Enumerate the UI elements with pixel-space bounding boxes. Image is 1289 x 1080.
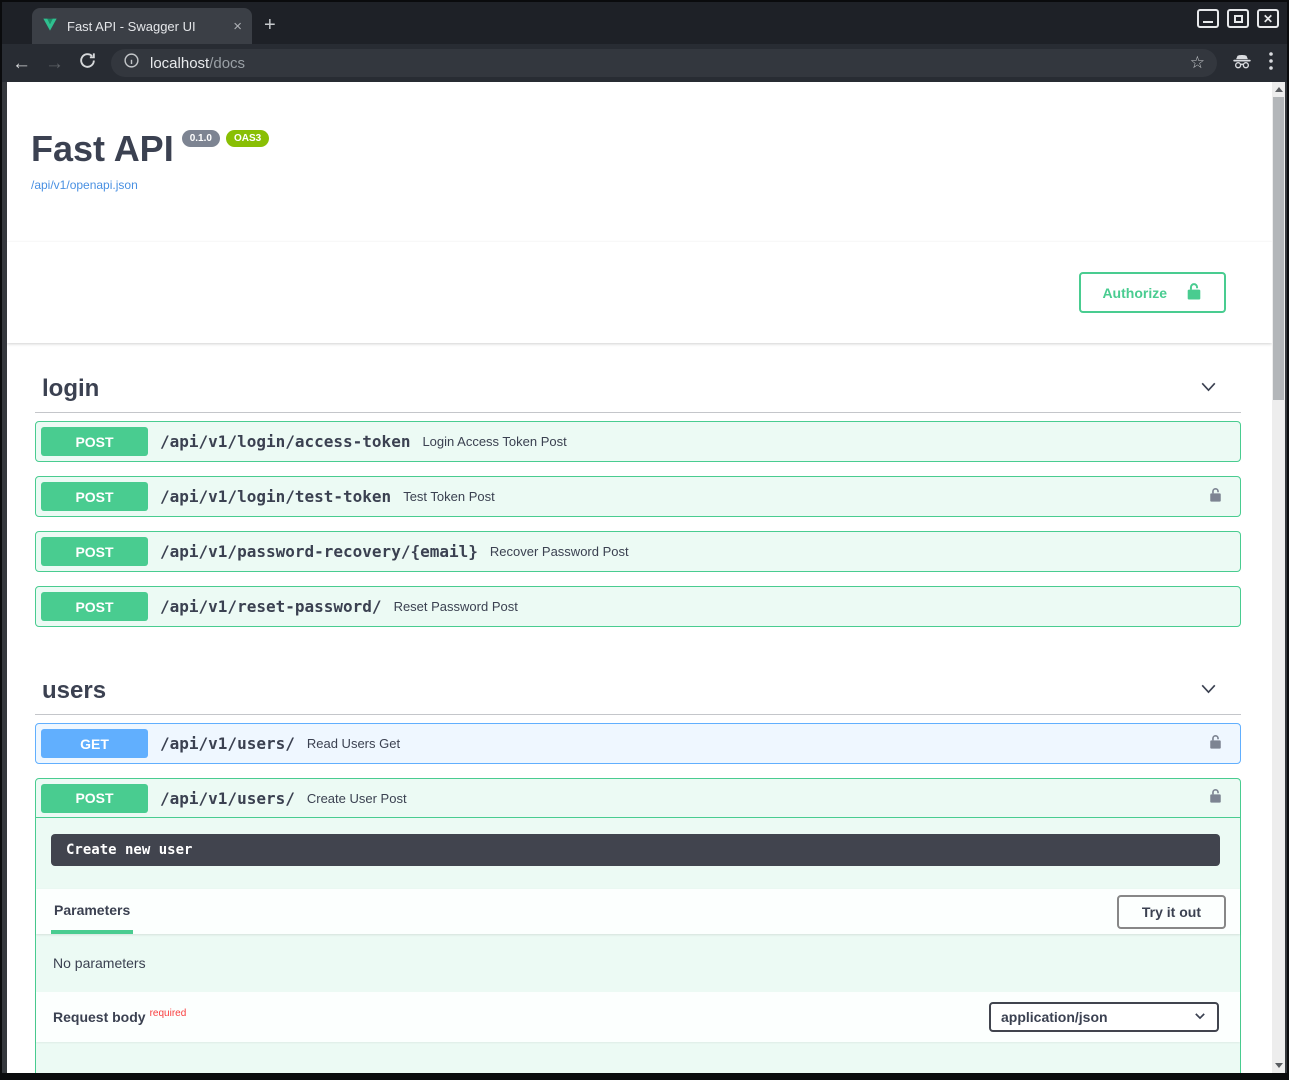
unlock-icon xyxy=(1185,281,1203,304)
media-type-select[interactable]: application/json xyxy=(989,1002,1219,1032)
op-path: /api/v1/reset-password/ xyxy=(160,597,382,616)
op-path: /api/v1/login/access-token xyxy=(160,432,410,451)
browser-menu-icon[interactable] xyxy=(1269,52,1273,75)
tab-title: Fast API - Swagger UI xyxy=(67,19,224,34)
version-badge: 0.1.0 xyxy=(182,130,220,147)
openapi-spec-link[interactable]: /api/v1/openapi.json xyxy=(31,178,138,192)
method-badge: POST xyxy=(41,592,148,621)
authorize-button[interactable]: Authorize xyxy=(1079,272,1226,313)
scheme-container: Authorize xyxy=(7,242,1272,343)
operation-summary[interactable]: GET /api/v1/users/ Read Users Get xyxy=(36,724,1240,763)
method-badge: POST xyxy=(41,537,148,566)
oas3-badge: OAS3 xyxy=(226,130,269,147)
scroll-down-arrow[interactable] xyxy=(1275,1063,1283,1068)
site-info-icon[interactable] xyxy=(123,52,140,74)
api-info: Fast API 0.1.0 OAS3 /api/v1/openapi.json xyxy=(7,82,1272,194)
operation-summary[interactable]: POST /api/v1/login/access-token Login Ac… xyxy=(36,422,1240,461)
request-body-header: Request bodyrequired application/json xyxy=(36,992,1240,1042)
new-tab-button[interactable]: + xyxy=(264,15,276,35)
operation-summary[interactable]: POST /api/v1/reset-password/ Reset Passw… xyxy=(36,587,1240,626)
method-badge: POST xyxy=(41,482,148,511)
op-summary: Read Users Get xyxy=(307,736,400,751)
forward-icon[interactable]: → xyxy=(45,54,64,73)
opblock: POST /api/v1/password-recovery/{email} R… xyxy=(35,531,1241,572)
url-text[interactable]: localhost/docs xyxy=(150,55,245,72)
parameters-header: Parameters Try it out xyxy=(36,889,1240,934)
operation-summary[interactable]: POST /api/v1/password-recovery/{email} R… xyxy=(36,532,1240,571)
select-chevron-icon xyxy=(1193,1009,1207,1026)
required-label: required xyxy=(146,1008,187,1019)
browser-tab[interactable]: Fast API - Swagger UI × xyxy=(32,8,252,44)
tab-parameters[interactable]: Parameters xyxy=(51,889,133,934)
incognito-icon xyxy=(1231,50,1253,77)
opblock: GET /api/v1/users/ Read Users Get xyxy=(35,723,1241,764)
opblock: POST /api/v1/users/ Create User Post Cre… xyxy=(35,778,1241,1073)
bookmark-star-icon[interactable]: ☆ xyxy=(1190,53,1205,73)
swagger-page: Fast API 0.1.0 OAS3 /api/v1/openapi.json… xyxy=(7,82,1272,1073)
window-close-button[interactable]: ✕ xyxy=(1257,9,1279,28)
back-icon[interactable]: ← xyxy=(12,54,31,73)
op-summary: Reset Password Post xyxy=(394,599,518,614)
method-badge: POST xyxy=(41,427,148,456)
op-path: /api/v1/login/test-token xyxy=(160,487,391,506)
lock-icon[interactable] xyxy=(1208,485,1223,509)
lock-icon[interactable] xyxy=(1208,786,1223,810)
window-frame: Fast API 0.1.0 OAS3 /api/v1/openapi.json… xyxy=(2,82,1287,1073)
chevron-down-icon[interactable] xyxy=(1198,376,1219,402)
scroll-up-arrow[interactable] xyxy=(1275,87,1283,92)
method-badge: GET xyxy=(41,729,148,758)
op-path: /api/v1/users/ xyxy=(160,734,295,753)
section-header[interactable]: users xyxy=(35,663,1241,715)
no-parameters-text: No parameters xyxy=(36,934,1240,992)
reload-icon[interactable] xyxy=(78,51,97,75)
page-title: Fast API xyxy=(31,128,174,170)
page-scrollbar[interactable] xyxy=(1272,82,1285,1073)
chevron-down-icon[interactable] xyxy=(1198,678,1219,704)
op-path: /api/v1/password-recovery/{email} xyxy=(160,542,478,561)
operation-description: Create new user xyxy=(51,834,1220,866)
opblock: POST /api/v1/login/test-token Test Token… xyxy=(35,476,1241,517)
opblock: POST /api/v1/login/access-token Login Ac… xyxy=(35,421,1241,462)
api-sections: login POST /api/v1/login/access-token Lo… xyxy=(7,343,1272,1073)
method-badge: POST xyxy=(41,784,148,813)
op-summary: Recover Password Post xyxy=(490,544,629,559)
operation-summary[interactable]: POST /api/v1/users/ Create User Post xyxy=(36,779,1240,818)
op-summary: Login Access Token Post xyxy=(422,434,566,449)
section-operations: GET /api/v1/users/ Read Users Get POST /… xyxy=(35,723,1241,1073)
scrollbar-thumb[interactable] xyxy=(1273,97,1284,400)
api-section: login POST /api/v1/login/access-token Lo… xyxy=(35,361,1241,663)
address-bar[interactable]: localhost/docs ☆ xyxy=(111,49,1217,77)
op-summary: Test Token Post xyxy=(403,489,495,504)
tab-close-icon[interactable]: × xyxy=(233,18,242,35)
api-section: users GET /api/v1/users/ Read Users Get xyxy=(35,663,1241,1073)
opblock: POST /api/v1/reset-password/ Reset Passw… xyxy=(35,586,1241,627)
op-path: /api/v1/users/ xyxy=(160,789,295,808)
operation-summary[interactable]: POST /api/v1/login/test-token Test Token… xyxy=(36,477,1240,516)
op-summary: Create User Post xyxy=(307,791,407,806)
section-operations: POST /api/v1/login/access-token Login Ac… xyxy=(35,421,1241,663)
section-header[interactable]: login xyxy=(35,361,1241,413)
operation-body: Create new user Parameters Try it out No… xyxy=(36,834,1240,1073)
section-title: login xyxy=(42,375,99,403)
browser-titlebar: Fast API - Swagger UI × + ✕ xyxy=(2,2,1287,44)
browser-toolbar: ← → localhost/docs ☆ xyxy=(2,44,1287,82)
window-minimize-button[interactable] xyxy=(1197,9,1219,28)
lock-icon[interactable] xyxy=(1208,732,1223,756)
try-it-out-button[interactable]: Try it out xyxy=(1117,895,1226,929)
window-maximize-button[interactable] xyxy=(1227,9,1249,28)
section-title: users xyxy=(42,677,106,705)
favicon-icon xyxy=(42,16,58,37)
request-body-label: Request body xyxy=(53,1009,146,1025)
